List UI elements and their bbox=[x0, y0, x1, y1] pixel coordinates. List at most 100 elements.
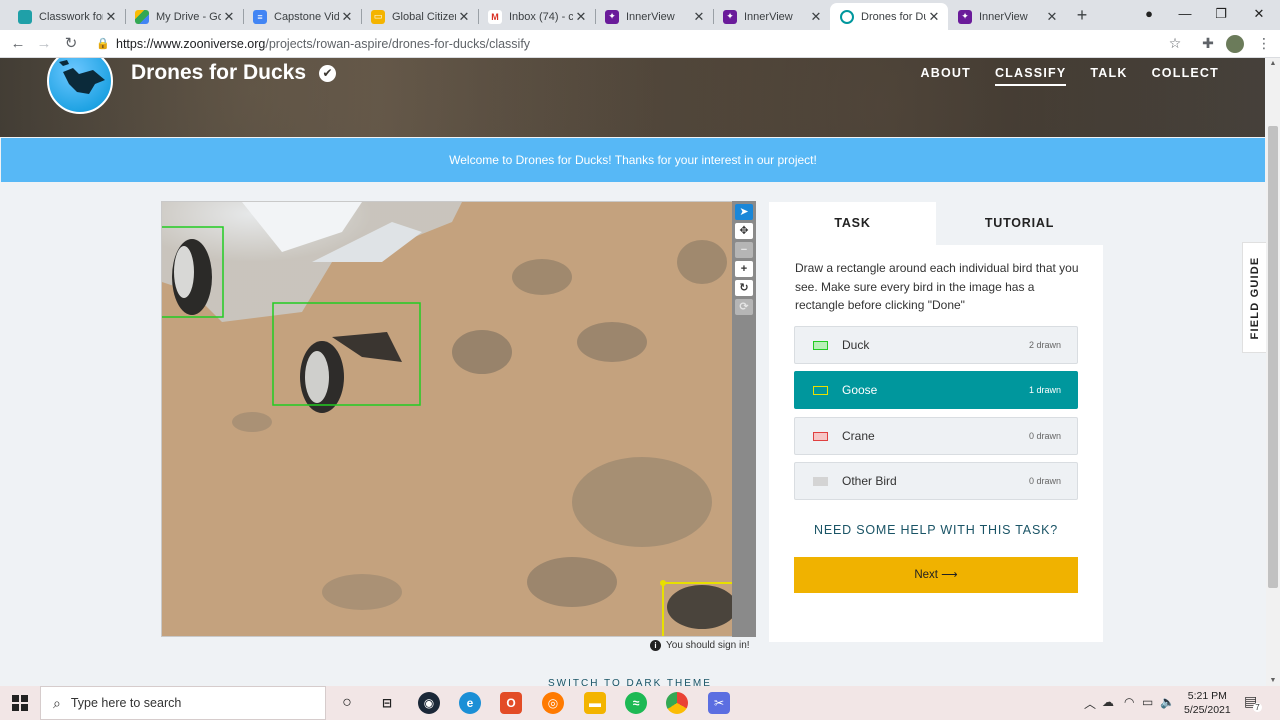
info-icon: i bbox=[650, 640, 661, 651]
close-tab-icon[interactable]: ✕ bbox=[221, 9, 237, 25]
nav-collect[interactable]: COLLECT bbox=[1152, 66, 1219, 86]
project-logo[interactable] bbox=[47, 58, 113, 114]
project-nav: ABOUT CLASSIFY TALK COLLECT bbox=[897, 66, 1220, 86]
zoom-out-icon[interactable]: − bbox=[735, 242, 753, 258]
cortana-icon[interactable]: ○ bbox=[336, 692, 358, 714]
minimize-button[interactable]: — bbox=[1170, 4, 1200, 24]
reload-icon[interactable]: ↻ bbox=[61, 34, 81, 54]
nav-classify[interactable]: CLASSIFY bbox=[994, 66, 1067, 86]
close-tab-icon[interactable]: ✕ bbox=[926, 9, 942, 25]
taskbar-search-box[interactable]: ⌕ Type here to search bbox=[40, 686, 326, 720]
close-tab-icon[interactable]: ✕ bbox=[103, 9, 119, 25]
file-explorer-icon[interactable]: ▬ bbox=[584, 692, 606, 714]
task-view-icon[interactable]: ⊟ bbox=[376, 692, 398, 714]
windows-taskbar: ⌕ Type here to search ○ ⊟ ◉ e O ◎ ▬ ≈ ✂ … bbox=[0, 686, 1280, 720]
profile-menu-icon[interactable]: ● bbox=[1134, 4, 1164, 24]
back-icon[interactable]: ← bbox=[8, 34, 28, 54]
docs-icon: ≡ bbox=[253, 9, 267, 24]
signin-notice[interactable]: i You should sign in! bbox=[650, 640, 750, 651]
browser-tab[interactable]: ✦ InnerView ✕ bbox=[595, 3, 714, 30]
browser-tab[interactable]: ✦ InnerView ✕ bbox=[713, 3, 830, 30]
volume-icon[interactable]: 🔈 bbox=[1160, 695, 1175, 709]
field-guide-tab[interactable]: FIELD GUIDE bbox=[1242, 242, 1266, 353]
tab-tutorial[interactable]: TUTORIAL bbox=[936, 202, 1103, 245]
office-icon[interactable]: O bbox=[500, 692, 522, 714]
close-tab-icon[interactable]: ✕ bbox=[339, 9, 355, 25]
duck-silhouette-icon bbox=[59, 60, 105, 94]
classroom-icon bbox=[18, 9, 32, 24]
task-instruction: Draw a rectangle around each individual … bbox=[795, 261, 1079, 312]
extensions-icon[interactable]: ✚ bbox=[1198, 35, 1218, 53]
avatar[interactable] bbox=[1226, 35, 1244, 53]
nav-talk[interactable]: TALK bbox=[1090, 66, 1127, 86]
browser-tab[interactable]: M Inbox (74) - cr ✕ bbox=[478, 3, 596, 30]
option-duck[interactable]: Duck 2 drawn bbox=[794, 326, 1078, 364]
close-tab-icon[interactable]: ✕ bbox=[573, 9, 589, 25]
viewer-toolbar: ➤ ✥ − + ↻ ⟳ bbox=[732, 201, 756, 637]
option-goose[interactable]: Goose 1 drawn bbox=[794, 371, 1078, 409]
address-bar[interactable]: 🔒 https://www.zooniverse.org/projects/ro… bbox=[96, 33, 1196, 55]
notifications-icon[interactable]: ▤7 bbox=[1244, 693, 1266, 712]
innerview-icon: ✦ bbox=[958, 9, 972, 24]
other-bird-color-swatch bbox=[813, 476, 828, 486]
next-button[interactable]: Next ⟶ bbox=[794, 557, 1078, 593]
scroll-down-icon[interactable]: ▼ bbox=[1266, 677, 1280, 684]
option-other-bird[interactable]: Other Bird 0 drawn bbox=[794, 462, 1078, 500]
forward-icon[interactable]: → bbox=[34, 34, 54, 54]
nav-about[interactable]: ABOUT bbox=[921, 66, 971, 86]
browser-tab[interactable]: ▭ Global Citizen ✕ bbox=[361, 3, 479, 30]
pointer-icon[interactable]: ➤ bbox=[735, 204, 753, 220]
zoom-in-icon[interactable]: + bbox=[735, 261, 753, 277]
subject-image[interactable] bbox=[161, 201, 733, 637]
tab-task[interactable]: TASK bbox=[769, 202, 936, 245]
battery-icon[interactable]: ▭ bbox=[1142, 695, 1153, 709]
close-tab-icon[interactable]: ✕ bbox=[691, 9, 707, 25]
project-header: Drones for Ducks ✔ ABOUT CLASSIFY TALK C… bbox=[0, 58, 1265, 137]
spotify-icon[interactable]: ≈ bbox=[625, 692, 647, 714]
task-panel: TASK TUTORIAL Draw a rectangle around ea… bbox=[769, 202, 1103, 642]
lock-icon: 🔒 bbox=[96, 38, 110, 50]
scroll-up-icon[interactable]: ▲ bbox=[1266, 60, 1280, 67]
browser-app-icon[interactable]: ◎ bbox=[542, 692, 564, 714]
duck-color-swatch bbox=[813, 340, 828, 350]
move-icon[interactable]: ✥ bbox=[735, 223, 753, 239]
windows-start-button[interactable] bbox=[0, 686, 40, 720]
rotate-icon[interactable]: ↻ bbox=[735, 280, 753, 296]
page-scrollbar[interactable]: ▲ ▼ bbox=[1266, 58, 1280, 686]
browser-tab[interactable]: Classwork for ✕ bbox=[8, 3, 126, 30]
new-tab-button[interactable]: + bbox=[1072, 5, 1092, 25]
option-crane[interactable]: Crane 0 drawn bbox=[794, 417, 1078, 455]
scrollbar-thumb[interactable] bbox=[1268, 126, 1278, 588]
bookmark-star-icon[interactable]: ☆ bbox=[1165, 35, 1185, 53]
close-window-button[interactable]: ✕ bbox=[1244, 4, 1274, 24]
steam-icon[interactable]: ◉ bbox=[418, 692, 440, 714]
help-link[interactable]: NEED SOME HELP WITH THIS TASK? bbox=[769, 523, 1103, 537]
chrome-icon[interactable] bbox=[666, 692, 688, 714]
close-tab-icon[interactable]: ✕ bbox=[1044, 9, 1060, 25]
project-title[interactable]: Drones for Ducks ✔ bbox=[131, 61, 337, 85]
search-icon: ⌕ bbox=[53, 694, 61, 711]
maximize-button[interactable]: ❐ bbox=[1206, 4, 1236, 24]
wifi-icon[interactable]: ◠ bbox=[1124, 695, 1134, 709]
browser-tab-active[interactable]: Drones for Du ✕ bbox=[830, 3, 948, 30]
close-tab-icon[interactable]: ✕ bbox=[808, 9, 824, 25]
drive-icon bbox=[135, 9, 149, 24]
crane-color-swatch bbox=[813, 431, 828, 441]
snipping-tool-icon[interactable]: ✂ bbox=[708, 692, 730, 714]
close-tab-icon[interactable]: ✕ bbox=[456, 9, 472, 25]
reset-icon[interactable]: ⟳ bbox=[735, 299, 753, 315]
show-hidden-icons-icon[interactable]: ︿ bbox=[1084, 695, 1096, 712]
onedrive-icon[interactable]: ☁ bbox=[1102, 695, 1114, 709]
innerview-icon: ✦ bbox=[723, 9, 737, 24]
innerview-icon: ✦ bbox=[605, 9, 619, 24]
taskbar-clock[interactable]: 5:21 PM 5/25/2021 bbox=[1184, 689, 1231, 717]
welcome-banner: Welcome to Drones for Ducks! Thanks for … bbox=[1, 138, 1265, 182]
browser-menu-icon[interactable]: ⋮ bbox=[1254, 35, 1274, 53]
browser-toolbar: ← → ↻ 🔒 https://www.zooniverse.org/proje… bbox=[0, 30, 1280, 58]
verified-badge-icon: ✔ bbox=[319, 64, 337, 82]
browser-tab[interactable]: ✦ InnerView ✕ bbox=[948, 3, 1066, 30]
edge-icon[interactable]: e bbox=[459, 692, 481, 714]
browser-tab[interactable]: ≡ Capstone Vide ✕ bbox=[243, 3, 362, 30]
browser-tab[interactable]: My Drive - Go ✕ bbox=[125, 3, 244, 30]
windows-logo-icon bbox=[12, 695, 28, 711]
